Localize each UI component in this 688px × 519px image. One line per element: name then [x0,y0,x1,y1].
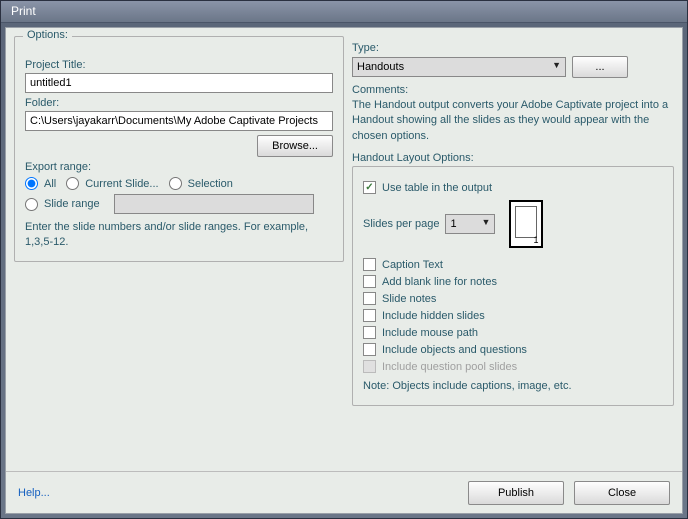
caption-text-label: Caption Text [382,259,443,271]
include-pool-row: Include question pool slides [363,360,663,373]
layout-thumbnail-number: 1 [533,235,538,245]
include-objects-row[interactable]: Include objects and questions [363,343,663,356]
print-dialog: Print Options: Project Title: Folder: Br… [0,0,688,519]
folder-input[interactable] [25,111,333,131]
radio-current[interactable] [66,177,79,190]
project-title-input[interactable] [25,73,333,93]
slides-per-page-label: Slides per page [363,218,439,230]
caption-text-row[interactable]: Caption Text [363,258,663,271]
layout-thumbnail-slide [515,206,537,238]
slide-notes-row[interactable]: Slide notes [363,292,663,305]
add-blank-label: Add blank line for notes [382,276,497,288]
export-range-row2: Slide range [25,194,333,214]
include-pool-label: Include question pool slides [382,361,517,373]
footer-buttons: Publish Close [468,481,670,505]
layout-options-label: Handout Layout Options: [352,152,674,164]
radio-current-label[interactable]: Current Slide... [66,177,158,190]
export-range-row1: All Current Slide... Selection [25,177,333,190]
include-mouse-row[interactable]: Include mouse path [363,326,663,339]
type-select[interactable]: Handouts [352,57,566,77]
body: Options: Project Title: Folder: Browse..… [6,28,682,471]
include-hidden-label: Include hidden slides [382,310,485,322]
publish-button[interactable]: Publish [468,481,564,505]
use-table-checkbox[interactable] [363,181,376,194]
objects-note: Note: Objects include captions, image, e… [363,379,663,394]
type-row: Handouts ... [352,56,674,78]
window-title: Print [11,4,36,18]
export-hint: Enter the slide numbers and/or slide ran… [25,220,333,251]
radio-slide-range[interactable] [25,198,38,211]
include-hidden-row[interactable]: Include hidden slides [363,309,663,322]
use-table-label: Use table in the output [382,182,492,194]
layout-thumbnail: 1 [509,200,543,248]
radio-selection-label[interactable]: Selection [169,177,233,190]
radio-all[interactable] [25,177,38,190]
include-hidden-checkbox[interactable] [363,309,376,322]
footer: Help... Publish Close [6,471,682,513]
type-options-button[interactable]: ... [572,56,628,78]
slides-per-page-row: Slides per page 1 1 [363,200,663,248]
slide-notes-label: Slide notes [382,293,436,305]
slides-per-page-select-wrap: 1 [445,214,495,234]
folder-label: Folder: [25,97,333,109]
right-panel: Type: Handouts ... Comments: The Handout… [352,36,674,463]
type-select-wrap: Handouts [352,57,566,77]
client-area: Options: Project Title: Folder: Browse..… [5,27,683,514]
add-blank-row[interactable]: Add blank line for notes [363,275,663,288]
layout-options-group: Use table in the output Slides per page … [352,166,674,405]
options-title: Options: [23,29,72,41]
caption-text-checkbox[interactable] [363,258,376,271]
comments-text: The Handout output converts your Adobe C… [352,98,674,144]
radio-slide-range-label[interactable]: Slide range [25,198,100,211]
slides-per-page-select[interactable]: 1 [445,214,495,234]
options-group: Options: Project Title: Folder: Browse..… [14,36,344,262]
close-button[interactable]: Close [574,481,670,505]
include-mouse-checkbox[interactable] [363,326,376,339]
radio-all-label[interactable]: All [25,177,56,190]
include-objects-label: Include objects and questions [382,344,527,356]
type-label: Type: [352,42,674,54]
left-panel: Options: Project Title: Folder: Browse..… [14,36,344,463]
project-title-label: Project Title: [25,59,333,71]
slide-range-input[interactable] [114,194,314,214]
help-link[interactable]: Help... [18,487,50,499]
comments-label: Comments: [352,84,674,96]
browse-button[interactable]: Browse... [257,135,333,157]
include-objects-checkbox[interactable] [363,343,376,356]
titlebar[interactable]: Print [1,1,687,23]
radio-selection[interactable] [169,177,182,190]
include-pool-checkbox [363,360,376,373]
slide-notes-checkbox[interactable] [363,292,376,305]
export-range-label: Export range: [25,161,333,173]
add-blank-checkbox[interactable] [363,275,376,288]
use-table-row[interactable]: Use table in the output [363,181,663,194]
include-mouse-label: Include mouse path [382,327,478,339]
